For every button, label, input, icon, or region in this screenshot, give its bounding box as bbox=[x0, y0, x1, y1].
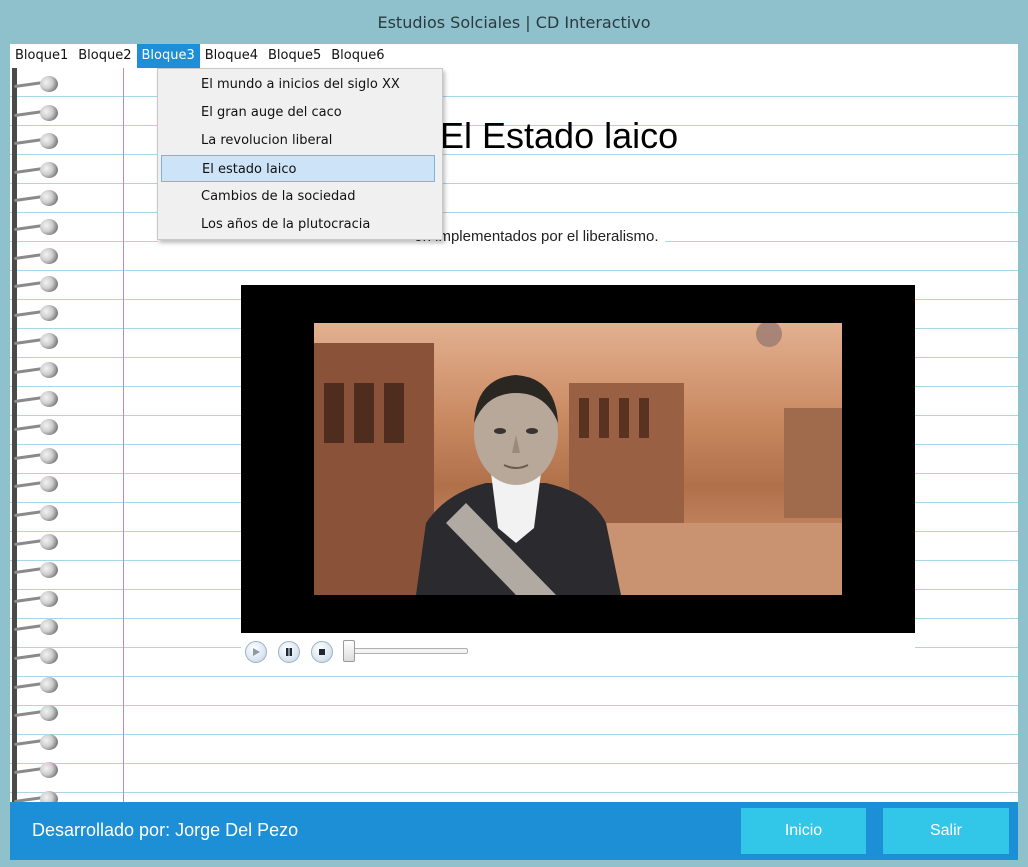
ring-coil bbox=[40, 705, 58, 722]
dropdown-item-plutocracia[interactable]: Los años de la plutocracia bbox=[161, 211, 435, 238]
spiral-ring bbox=[13, 532, 62, 552]
pause-icon bbox=[286, 648, 292, 656]
ring-coil bbox=[40, 533, 58, 550]
spiral-ring bbox=[13, 446, 62, 466]
spiral-ring bbox=[13, 217, 62, 237]
pause-button[interactable] bbox=[278, 641, 300, 663]
dropdown-item-revolucion-liberal[interactable]: La revolucion liberal bbox=[161, 127, 435, 154]
ring-coil bbox=[40, 76, 58, 92]
spiral-ring bbox=[13, 703, 62, 723]
menu-bloque2[interactable]: Bloque2 bbox=[73, 44, 136, 68]
ring-coil bbox=[40, 648, 58, 664]
ring-coil bbox=[40, 276, 58, 293]
menu-bloque1[interactable]: Bloque1 bbox=[10, 44, 73, 68]
spiral-ring bbox=[13, 760, 62, 780]
menu-bloque3[interactable]: Bloque3 bbox=[136, 44, 200, 68]
ring-coil bbox=[40, 791, 58, 802]
spiral-ring bbox=[13, 589, 62, 609]
ring-coil bbox=[40, 619, 58, 636]
dropdown-item-cambios-sociedad[interactable]: Cambios de la sociedad bbox=[161, 183, 435, 210]
ring-coil bbox=[40, 304, 58, 321]
stop-button[interactable] bbox=[311, 641, 333, 663]
ring-coil bbox=[40, 447, 58, 464]
ring-coil bbox=[40, 676, 58, 693]
video-player[interactable] bbox=[241, 285, 915, 633]
inicio-button[interactable]: Inicio bbox=[741, 808, 866, 854]
ring-coil bbox=[40, 733, 58, 750]
ring-coil bbox=[40, 104, 58, 121]
menu-bloque4[interactable]: Bloque4 bbox=[200, 44, 263, 68]
spiral-ring bbox=[13, 188, 62, 208]
seek-track[interactable] bbox=[351, 648, 468, 654]
ring-coil bbox=[40, 362, 58, 378]
ring-coil bbox=[40, 247, 58, 264]
app-window: Estudios Solciales | CD Interactivo Bloq… bbox=[0, 0, 1028, 867]
window-title: Estudios Solciales | CD Interactivo bbox=[377, 12, 651, 32]
spiral-ring bbox=[13, 303, 62, 323]
spiral-ring bbox=[13, 160, 62, 180]
ring-coil bbox=[40, 505, 58, 521]
page-title: El Estado laico bbox=[440, 115, 679, 156]
spiral-ring bbox=[13, 789, 62, 802]
video-frame bbox=[314, 323, 842, 595]
spiral-ring bbox=[13, 617, 62, 637]
ring-coil bbox=[40, 476, 58, 493]
ring-coil bbox=[40, 762, 58, 779]
spiral-ring bbox=[13, 103, 62, 123]
spiral-ring bbox=[13, 131, 62, 151]
spiral-ring bbox=[13, 360, 62, 380]
ring-coil bbox=[40, 333, 58, 350]
ring-coil bbox=[40, 161, 58, 178]
ring-coil bbox=[40, 590, 58, 607]
objective-text-visible: ón implementados por el liberalismo. bbox=[414, 228, 659, 245]
play-button[interactable] bbox=[245, 641, 267, 663]
dropdown-item-estado-laico[interactable]: El estado laico bbox=[161, 155, 435, 182]
player-controls bbox=[241, 633, 915, 667]
ring-coil bbox=[40, 390, 58, 407]
footer-bar: Desarrollado por: Jorge Del Pezo Inicio … bbox=[10, 802, 1018, 860]
ring-coil bbox=[40, 219, 58, 235]
spiral-ring bbox=[13, 503, 62, 523]
spiral-ring bbox=[13, 417, 62, 437]
video-watermark-icon bbox=[756, 323, 782, 347]
spiral-ring bbox=[13, 274, 62, 294]
play-icon bbox=[253, 648, 260, 656]
ring-coil bbox=[40, 419, 58, 436]
dropdown-item-gran-auge[interactable]: El gran auge del caco bbox=[161, 99, 435, 126]
spiral-ring bbox=[13, 474, 62, 494]
ring-coil bbox=[40, 190, 58, 207]
menu-bar: Bloque1 Bloque2 Bloque3 Bloque4 Bloque5 … bbox=[10, 44, 1018, 68]
salir-button[interactable]: Salir bbox=[883, 808, 1009, 854]
menu-bloque5[interactable]: Bloque5 bbox=[263, 44, 326, 68]
portrait-figure bbox=[416, 375, 621, 595]
ring-coil bbox=[40, 133, 58, 150]
developer-credit: Desarrollado por: Jorge Del Pezo bbox=[32, 820, 299, 840]
stop-icon bbox=[319, 649, 325, 655]
spiral-ring bbox=[13, 74, 62, 94]
ring-coil bbox=[40, 562, 58, 579]
spiral-ring bbox=[13, 646, 62, 666]
margin-line bbox=[123, 68, 124, 802]
bloque3-dropdown-menu: El mundo a inicios del siglo XX El gran … bbox=[157, 68, 443, 240]
spiral-ring bbox=[13, 732, 62, 752]
spiral-ring bbox=[13, 331, 62, 351]
spiral-ring bbox=[13, 389, 62, 409]
seek-thumb[interactable] bbox=[343, 640, 355, 662]
dropdown-item-mundo-inicios[interactable]: El mundo a inicios del siglo XX bbox=[161, 71, 435, 98]
spiral-binding bbox=[10, 68, 72, 802]
menu-bloque6[interactable]: Bloque6 bbox=[326, 44, 389, 68]
spiral-ring bbox=[13, 675, 62, 695]
spiral-ring bbox=[13, 246, 62, 266]
spiral-ring bbox=[13, 560, 62, 580]
